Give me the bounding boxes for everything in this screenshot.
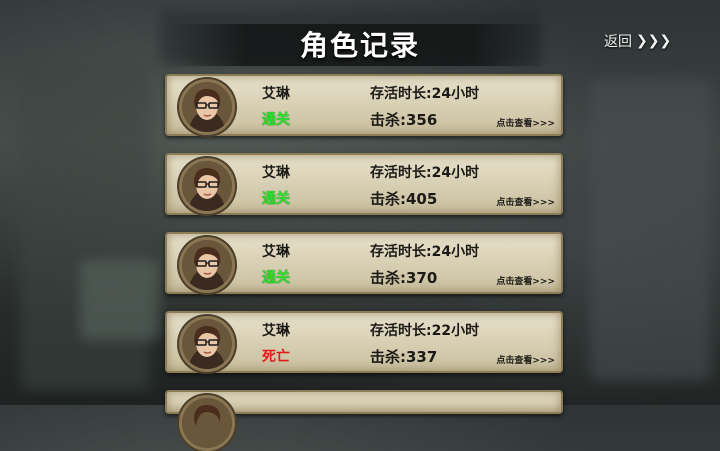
- character-name: 艾琳: [262, 244, 290, 260]
- character-avatar-icon: [179, 79, 235, 135]
- survival-time: 存活时长:24小时: [370, 86, 480, 102]
- background-blur: [80, 260, 160, 340]
- record-card-partial[interactable]: [165, 390, 563, 451]
- background-blur: [20, 60, 150, 390]
- record-card[interactable]: 艾琳 死亡 存活时长:22小时 击杀:337 点击查看>>>: [165, 311, 563, 373]
- record-card[interactable]: 艾琳 通关 存活时长:24小时 击杀:405 点击查看>>>: [165, 153, 563, 215]
- status-label: 死亡: [262, 349, 290, 365]
- kill-count: 击杀:405: [370, 190, 438, 208]
- record-list: 艾琳 通关 存活时长:24小时 击杀:356 点击查看>>> 艾琳 通关 存活时…: [165, 74, 563, 451]
- character-name: 艾琳: [262, 165, 290, 181]
- view-details-link[interactable]: 点击查看>>>: [496, 116, 555, 129]
- character-name: 艾琳: [262, 323, 290, 339]
- status-label: 通关: [262, 191, 290, 207]
- survival-time: 存活时长:24小时: [370, 165, 480, 181]
- survival-time: 存活时长:24小时: [370, 244, 480, 260]
- view-details-link[interactable]: 点击查看>>>: [496, 274, 555, 287]
- status-label: 通关: [262, 270, 290, 286]
- chevron-right-icon: ❯❯❯: [636, 33, 672, 49]
- status-label: 通关: [262, 112, 290, 128]
- view-details-link[interactable]: 点击查看>>>: [496, 195, 555, 208]
- character-avatar-icon: [179, 158, 235, 214]
- record-card[interactable]: 艾琳 通关 存活时长:24小时 击杀:370 点击查看>>>: [165, 232, 563, 294]
- kill-count: 击杀:337: [370, 348, 438, 366]
- kill-count: 击杀:370: [370, 269, 438, 287]
- back-label: 返回: [604, 34, 632, 50]
- kill-count: 击杀:356: [370, 111, 438, 129]
- survival-time: 存活时长:22小时: [370, 323, 480, 339]
- character-avatar-icon: [179, 237, 235, 293]
- back-button[interactable]: 返回 ❯❯❯: [604, 30, 671, 52]
- view-details-link[interactable]: 点击查看>>>: [496, 353, 555, 366]
- background-blur: [590, 80, 710, 380]
- character-avatar-icon: [179, 395, 235, 451]
- record-card[interactable]: 艾琳 通关 存活时长:24小时 击杀:356 点击查看>>>: [165, 74, 563, 136]
- character-name: 艾琳: [262, 86, 290, 102]
- character-avatar-icon: [179, 316, 235, 372]
